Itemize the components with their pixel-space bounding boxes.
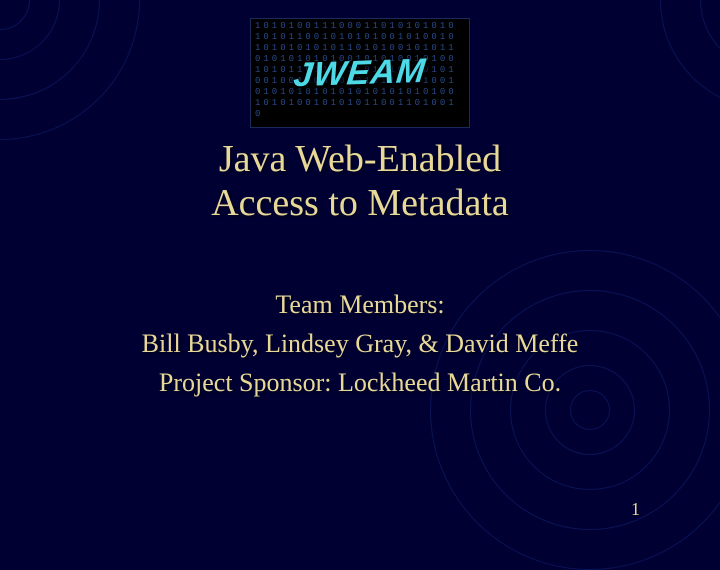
slide-content: 1010100111000110101010101010110010101010…	[0, 0, 720, 540]
project-sponsor: Project Sponsor: Lockheed Martin Co.	[142, 363, 579, 402]
jweam-logo: 1010100111000110101010101010110010101010…	[250, 18, 470, 128]
slide-number: 1	[631, 499, 640, 520]
slide-title: Java Web-Enabled Access to Metadata	[211, 138, 509, 225]
title-line-2: Access to Metadata	[211, 182, 509, 226]
team-info: Team Members: Bill Busby, Lindsey Gray, …	[142, 285, 579, 402]
title-line-1: Java Web-Enabled	[211, 138, 509, 182]
team-members: Bill Busby, Lindsey Gray, & David Meffe	[142, 324, 579, 363]
logo-text: JWEAM	[292, 51, 428, 95]
team-heading: Team Members:	[142, 285, 579, 324]
